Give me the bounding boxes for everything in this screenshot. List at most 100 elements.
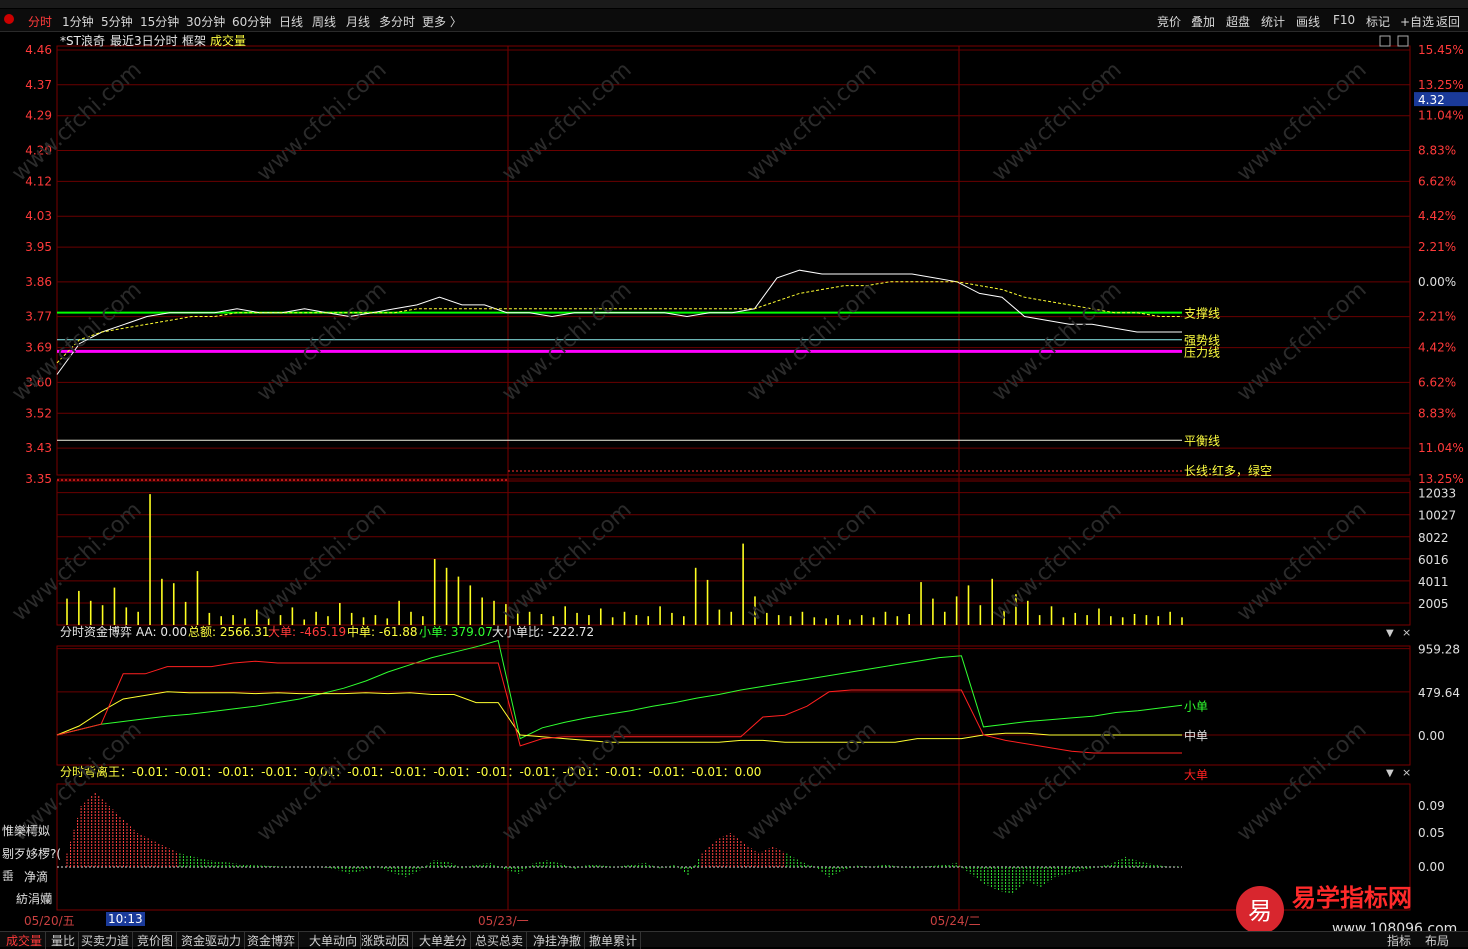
fund-title: 分时资金博弈 [60,624,132,639]
long-line-label: 长线:红多，绿空 [1184,463,1272,478]
period-toolbar: 分时 1分钟 5分钟 15分钟 30分钟 60分钟 日线 周线 月线 多分时 更多 〉 竞价 叠加 超盘统… [0,9,1468,32]
toolbar-button-8[interactable]: 返回 [1436,13,1460,30]
fund-tick-label: 0.00 [1418,729,1445,743]
period-tab-4[interactable]: 30分钟 [186,13,225,30]
toolbar-button-3[interactable]: 统计 [1261,13,1285,30]
chart-area[interactable]: 4.464.374.294.204.124.033.953.863.773.69… [0,32,1468,932]
indicator-tab-4[interactable]: 资金驱动力 [178,932,246,949]
current-price-label: 4.32 [1418,93,1445,107]
watermark: www.cfchi.com [1232,58,1371,187]
period-tab-6[interactable]: 日线 [279,13,303,30]
period-tab-1[interactable]: 1分钟 [62,13,94,30]
date-label-3: 05/24/二 [930,914,981,928]
date-label-1: 10:13 [106,912,145,926]
brand-name: 易学指标网 [1292,884,1412,912]
watermark: www.cfchi.com [7,498,146,627]
side-label-3: 净滴 [24,870,49,884]
fund-mid: 中单: -61.88 [347,624,418,639]
indicator-tab-5[interactable]: 资金博弈 [244,932,300,949]
period-tab-2[interactable]: 5分钟 [101,13,133,30]
indicator-tab-0[interactable]: 成交量 [3,932,47,949]
fund-large-label: 大单 [1184,768,1208,782]
indicator-tab-6[interactable]: 大单动向 [306,932,362,949]
indicator-tab-7[interactable]: 涨跌动因 [358,932,414,949]
watermark: www.cfchi.com [742,498,881,627]
date-label-2: 05/23/一 [478,914,529,928]
pct-tick-label: 8.83% [1418,406,1456,420]
watermark: www.cfchi.com [252,498,391,627]
stock-name: *ST浪奇 [60,33,105,48]
div-tick-label: 0.05 [1418,826,1445,840]
fund-tick-label: 959.28 [1418,643,1460,657]
brand-glyph: 易 [1248,897,1272,925]
pct-tick-label: 8.83% [1418,143,1456,157]
watermark: www.cfchi.com [1232,498,1371,627]
toolbar-button-7[interactable]: +自选 [1400,13,1434,30]
balance-line-label: 平衡线 [1184,434,1220,448]
period-tab-10[interactable]: 更多 〉 [422,13,462,30]
indicator-tab-2[interactable]: 买卖力道 [78,932,134,949]
price-tick-label: 3.77 [25,310,52,324]
watermark: www.cfchi.com [252,278,391,407]
watermark: www.cfchi.com [987,58,1126,187]
indicator-tab-10[interactable]: 净挂净撤 [530,932,586,949]
toolbar-button-2[interactable]: 超盘 [1226,13,1250,30]
fund-close-icon: × [1402,626,1411,639]
chart-mode: 最近3日分时 [110,34,178,48]
date-axis: 05/20/五 10:13 05/23/一 05/24/二 [0,910,1414,928]
volume-tick-label: 6016 [1418,553,1449,567]
watermark: www.cfchi.com [987,278,1126,407]
watermark: www.cfchi.com [987,498,1126,627]
panel-frame-0 [56,45,1411,476]
volume-tick-label: 12033 [1418,487,1456,501]
volume-tick-label: 8022 [1418,531,1449,545]
period-tab-3[interactable]: 15分钟 [140,13,179,30]
pct-tick-label: 13.25% [1418,78,1464,92]
indicator-menu-button[interactable]: 指标 [1384,932,1414,949]
indicator-tab-3[interactable]: 竞价图 [134,932,178,949]
watermark: www.cfchi.com [1232,718,1371,847]
pct-tick-label: 6.62% [1418,375,1456,389]
watermark: www.cfchi.com [742,58,881,187]
period-tab-7[interactable]: 周线 [312,13,336,30]
toolbar-button-6[interactable]: 标记 [1366,13,1390,30]
period-tab-8[interactable]: 月线 [346,13,370,30]
layout-button[interactable]: 布局 [1422,932,1452,949]
fund-ratio: 大小单比: -222.72 [492,625,594,639]
volume-tick-label: 2005 [1418,597,1449,611]
watermark: www.cfchi.com [252,718,391,847]
period-tab-9[interactable]: 多分时 [379,13,415,30]
price-tick-label: 3.35 [25,472,52,486]
price-tick-label: 4.03 [25,209,52,223]
indicator-tab-9[interactable]: 总买总卖 [472,932,528,949]
divergence-title: 分时背离王：-0.01：-0.01：-0.01：-0.01：-0.01：-0.0… [60,764,761,779]
toolbar-button-0[interactable]: 竞价 [1157,13,1181,30]
indicator-tab-11[interactable]: 撤单累计 [586,932,642,949]
pct-tick-label: 13.25% [1418,472,1464,486]
watermark: www.cfchi.com [742,718,881,847]
div-close-icon: × [1402,766,1411,779]
div-collapse-icon: ▼ [1386,768,1394,779]
price-tick-label: 3.43 [25,441,52,455]
brand-logo: 易 易学指标网 www.108096.com [1236,884,1457,937]
period-tab-5[interactable]: 60分钟 [232,13,271,30]
price-tick-label: 4.46 [25,43,52,57]
fund-large: 大单: -465.19 [268,625,346,639]
fund-mid-label: 中单 [1184,728,1208,743]
watermark: www.cfchi.com [1232,278,1371,407]
indicator-tab-1[interactable]: 量比 [48,932,80,949]
fund-total: 总额: 2566.31 [188,625,269,639]
fund-aa: AA: 0.00 [136,625,187,639]
watermark: www.cfchi.com [497,58,636,187]
pct-tick-label: 6.62% [1418,174,1456,188]
indicator-tab-8[interactable]: 大单差分 [416,932,472,949]
period-tab-0[interactable]: 分时 [28,13,52,30]
toolbar-button-5[interactable]: F10 [1333,13,1355,27]
toolbar-button-4[interactable]: 画线 [1296,13,1320,30]
fund-small: 小单: 379.07 [419,625,493,639]
top-menu-strip [0,0,1468,8]
toolbar-button-1[interactable]: 叠加 [1191,13,1215,30]
pct-tick-label: 4.42% [1418,341,1456,355]
pct-tick-label: 11.04% [1418,109,1464,123]
div-tick-label: 0.00 [1418,860,1445,874]
